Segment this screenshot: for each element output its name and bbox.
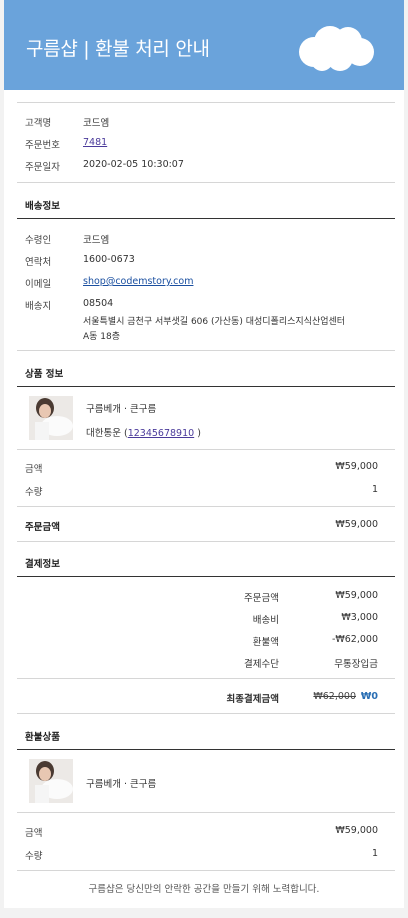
courier-suffix: ) xyxy=(197,428,201,439)
phone: 1600-0673 xyxy=(83,254,135,265)
divider xyxy=(17,541,395,542)
footer-text: 구름샵은 당신만의 안락한 공간을 만들기 위해 노력합니다. xyxy=(88,884,320,895)
shipping-fee-label: 배송비 xyxy=(252,615,279,626)
cloud-logo-icon xyxy=(299,26,374,71)
refund-product-image[interactable] xyxy=(29,759,73,803)
order-date: 2020-02-05 10:30:07 xyxy=(83,159,184,170)
recipient-label: 수령인 xyxy=(25,235,52,246)
divider xyxy=(17,182,395,183)
email-label: 이메일 xyxy=(25,279,52,290)
phone-label: 연락처 xyxy=(25,257,52,268)
qty-value: 1 xyxy=(371,484,378,495)
final-total-label: 최종결제금액 xyxy=(226,694,279,705)
amount-label: 금액 xyxy=(25,464,43,475)
address-line-2: A동 18층 xyxy=(83,332,121,342)
address-label: 배송지 xyxy=(25,301,52,312)
order-total-value: ₩59,000 xyxy=(335,519,378,530)
customer-name-label: 고객명 xyxy=(25,118,52,129)
amount-value: ₩59,000 xyxy=(335,461,378,472)
divider xyxy=(17,576,395,577)
order-total-label: 주문금액 xyxy=(25,522,60,533)
divider xyxy=(17,812,395,813)
email-header: 구름샵 | 환불 처리 안내 xyxy=(4,0,404,90)
divider xyxy=(17,102,395,103)
courier-prefix: 대한통운 ( xyxy=(86,428,128,439)
tracking-link[interactable]: 12345678910 xyxy=(128,428,195,439)
final-original: ₩62,000 xyxy=(313,691,356,702)
divider xyxy=(17,218,395,219)
final-original-strike: ₩62,000 xyxy=(313,691,356,702)
refund-qty-value: 1 xyxy=(371,848,378,859)
product-photo-icon xyxy=(29,396,73,440)
refund-qty-label: 수량 xyxy=(25,851,43,862)
refund-amount-value: ₩59,000 xyxy=(335,825,378,836)
courier-info: 대한통운 (12345678910 ) xyxy=(86,425,201,439)
shipping-title: 배송정보 xyxy=(25,201,60,212)
divider xyxy=(17,749,395,750)
payment-method-label: 결제수단 xyxy=(244,659,279,670)
refund-product-name: 구름베개 · 큰구름 xyxy=(86,779,157,790)
product-name: 구름베개 · 큰구름 xyxy=(86,404,157,415)
email-link[interactable]: shop@codemstory.com xyxy=(83,276,193,287)
divider xyxy=(17,678,395,679)
divider xyxy=(17,713,395,714)
address-line-1: 서울특별시 금천구 서부샛길 606 (가산동) 대성디폴리스지식산업센터 xyxy=(83,317,346,327)
refund-label: 환불액 xyxy=(252,637,279,648)
order-no-link[interactable]: 7481 xyxy=(83,137,107,148)
refund-value: -₩62,000 xyxy=(331,634,378,645)
order-amount-value: ₩59,000 xyxy=(335,590,378,601)
divider xyxy=(17,386,395,387)
product-photo-icon xyxy=(29,759,73,803)
order-amount-label: 주문금액 xyxy=(244,593,279,604)
product-image[interactable] xyxy=(29,396,73,440)
payment-title: 결제정보 xyxy=(25,559,60,570)
order-date-label: 주문일자 xyxy=(25,162,60,173)
divider xyxy=(17,449,395,450)
order-no-label: 주문번호 xyxy=(25,140,60,151)
shipping-fee-value: ₩3,000 xyxy=(341,612,378,623)
page: 구름샵 | 환불 처리 안내 고객명 코드엠 주문번호 7481 주문일자 20… xyxy=(0,0,408,918)
zip-code: 08504 xyxy=(83,298,114,309)
refund-item-title: 환불상품 xyxy=(25,732,60,743)
payment-method-value: 무통장입금 xyxy=(334,659,378,670)
divider xyxy=(17,350,395,351)
product-title: 상품 정보 xyxy=(25,369,64,380)
page-title: 구름샵 | 환불 처리 안내 xyxy=(26,38,210,60)
customer-name: 코드엠 xyxy=(83,118,110,129)
divider xyxy=(17,870,395,871)
divider xyxy=(17,506,395,507)
qty-label: 수량 xyxy=(25,487,43,498)
refund-amount-label: 금액 xyxy=(25,828,43,839)
email-body: 고객명 코드엠 주문번호 7481 주문일자 2020-02-05 10:30:… xyxy=(4,90,404,908)
recipient: 코드엠 xyxy=(83,235,110,246)
final-total-value: ₩0 xyxy=(360,691,378,702)
